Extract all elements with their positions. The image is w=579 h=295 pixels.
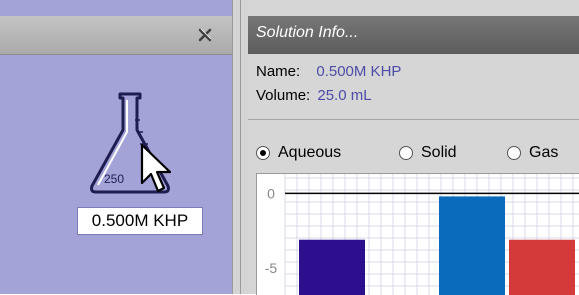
info-divider	[248, 119, 579, 120]
flask-label: 0.500M KHP	[77, 207, 203, 235]
radio-gas[interactable]: Gas	[507, 142, 558, 164]
flask-volume-mark: 250	[104, 172, 124, 186]
splitter-groove	[240, 0, 241, 294]
chart-svg: 0 -5	[265, 174, 579, 295]
chart-bar	[439, 196, 505, 295]
radio-solid[interactable]: Solid	[399, 142, 457, 164]
name-value: 0.500M KHP	[316, 63, 402, 80]
volume-label: Volume:	[256, 87, 311, 104]
close-icon[interactable]	[197, 27, 213, 43]
radio-gas-label: Gas	[529, 144, 559, 161]
chart-bar	[509, 239, 575, 295]
radio-gas-indicator[interactable]	[507, 146, 521, 160]
concentration-chart: 0 -5	[256, 173, 579, 295]
y-tick-label: 0	[267, 185, 275, 201]
name-row: Name: 0.500M KHP	[256, 63, 401, 80]
radio-solid-label: Solid	[421, 144, 457, 161]
radio-aqueous[interactable]: Aqueous	[256, 142, 341, 164]
chart-bar	[299, 239, 365, 295]
mouse-pointer-icon	[140, 143, 172, 193]
volume-row: Volume: 25.0 mL	[256, 87, 372, 104]
y-tick-label: -5	[265, 260, 278, 276]
radio-aqueous-indicator[interactable]	[256, 146, 270, 160]
name-label: Name:	[256, 63, 301, 80]
volume-value: 25.0 mL	[317, 87, 372, 104]
solution-info-title: Solution Info...	[256, 24, 359, 41]
radio-aqueous-label: Aqueous	[278, 144, 342, 161]
radio-solid-indicator[interactable]	[399, 146, 413, 160]
